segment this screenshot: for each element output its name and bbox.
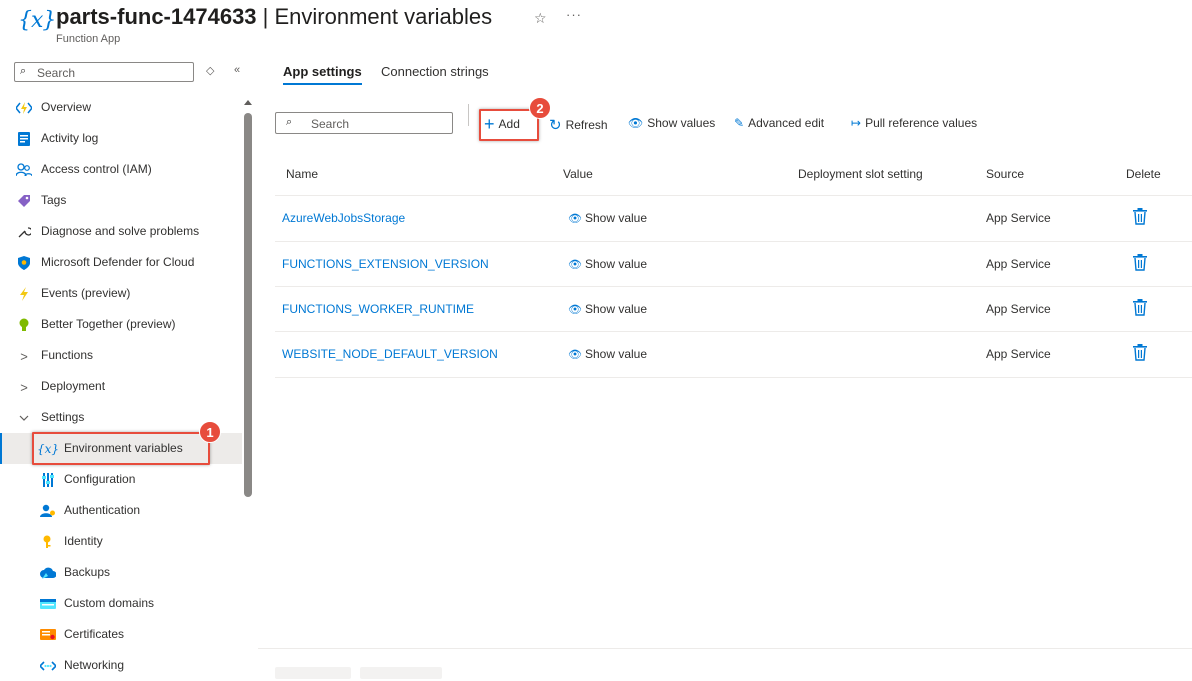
nav-scrollbar[interactable] xyxy=(244,100,252,676)
tag-icon xyxy=(16,193,32,209)
column-header-value[interactable]: Value xyxy=(563,167,593,181)
chevron-down-icon xyxy=(16,410,32,426)
more-options-icon[interactable]: ··· xyxy=(566,7,582,22)
eye-icon: 👁 xyxy=(568,259,582,271)
resource-menu: Overview Activity log Access control (IA… xyxy=(0,92,242,681)
lightning-icon xyxy=(16,286,32,302)
expand-collapse-icon[interactable]: ◇ xyxy=(206,64,214,77)
column-header-deployment-slot[interactable]: Deployment slot setting xyxy=(798,167,923,181)
pencil-icon: ✎ xyxy=(734,116,745,130)
discard-button[interactable] xyxy=(360,667,442,679)
eye-icon: 👁 xyxy=(568,304,582,316)
nav-item-better-together[interactable]: Better Together (preview) xyxy=(0,309,242,340)
delete-trash-icon[interactable] xyxy=(1133,344,1149,362)
callout-badge-1: 1 xyxy=(199,421,221,443)
setting-name-link[interactable]: FUNCTIONS_WORKER_RUNTIME xyxy=(282,302,474,316)
shield-icon xyxy=(16,255,32,271)
nav-group-deployment[interactable]: > Deployment xyxy=(0,371,242,402)
nav-item-certificates[interactable]: Certificates xyxy=(0,619,242,650)
scroll-thumb[interactable] xyxy=(244,113,252,497)
setting-name-link[interactable]: WEBSITE_NODE_DEFAULT_VERSION xyxy=(282,347,498,361)
eye-icon: 👁 xyxy=(568,349,582,361)
wrench-icon xyxy=(16,224,32,240)
refresh-icon: ↻ xyxy=(549,117,562,134)
refresh-button[interactable]: ↻ Refresh xyxy=(549,116,608,134)
show-value-button[interactable]: 👁 Show value xyxy=(568,302,647,316)
setting-name-link[interactable]: AzureWebJobsStorage xyxy=(282,211,405,225)
nav-item-overview[interactable]: Overview xyxy=(0,92,242,123)
chevron-right-icon: > xyxy=(20,379,28,395)
nav-search-input[interactable]: ⌕ Search xyxy=(14,62,194,82)
delete-trash-icon[interactable] xyxy=(1133,299,1149,317)
apply-button[interactable] xyxy=(275,667,351,679)
nav-item-defender[interactable]: Microsoft Defender for Cloud xyxy=(0,247,242,278)
table-row: WEBSITE_NODE_DEFAULT_VERSION 👁 Show value… xyxy=(275,331,1192,378)
show-values-button[interactable]: 👁 Show values xyxy=(628,116,715,130)
page-header: {x} parts-func-1474633 | Environment var… xyxy=(14,2,1184,46)
lightning-code-icon xyxy=(16,100,32,116)
page-title: parts-func-1474633 | Environment variabl… xyxy=(56,4,493,29)
eye-icon: 👁 xyxy=(628,116,644,130)
delete-trash-icon[interactable] xyxy=(1133,208,1149,226)
callout-badge-2: 2 xyxy=(529,97,551,119)
advanced-edit-button[interactable]: ✎ Advanced edit xyxy=(734,116,824,130)
people-icon xyxy=(16,162,32,178)
show-value-button[interactable]: 👁 Show value xyxy=(568,211,647,225)
nav-item-diagnose[interactable]: Diagnose and solve problems xyxy=(0,216,242,247)
chevron-right-icon: > xyxy=(20,348,28,364)
table-row: AzureWebJobsStorage 👁 Show value App Serv… xyxy=(275,195,1192,241)
delete-trash-icon[interactable] xyxy=(1133,254,1149,272)
nav-item-configuration[interactable]: Configuration xyxy=(0,464,242,495)
tab-app-settings[interactable]: App settings xyxy=(283,64,362,85)
setting-name-link[interactable]: FUNCTIONS_EXTENSION_VERSION xyxy=(282,257,489,271)
column-header-source[interactable]: Source xyxy=(986,167,1024,181)
nav-item-networking[interactable]: Networking xyxy=(0,650,242,681)
globe-card-icon xyxy=(40,596,56,612)
nav-item-access-control[interactable]: Access control (IAM) xyxy=(0,154,242,185)
key-icon xyxy=(40,534,56,550)
nav-item-events[interactable]: Events (preview) xyxy=(0,278,242,309)
tab-connection-strings[interactable]: Connection strings xyxy=(381,64,489,85)
sliders-icon xyxy=(40,472,56,488)
nav-item-backups[interactable]: Backups xyxy=(0,557,242,588)
toolbar-divider xyxy=(468,104,469,126)
command-bar: ⌕ Search + Add ↻ Refresh 👁 Show values ✎ Adv… xyxy=(275,104,1175,138)
nav-item-identity[interactable]: Identity xyxy=(0,526,242,557)
nav-item-activity-log[interactable]: Activity log xyxy=(0,123,242,154)
eye-icon: 👁 xyxy=(568,213,582,225)
cloud-backup-icon xyxy=(40,565,56,581)
certificate-icon xyxy=(40,627,56,643)
network-icon xyxy=(40,658,56,674)
table-row: FUNCTIONS_WORKER_RUNTIME 👁 Show value App… xyxy=(275,286,1192,332)
nav-item-tags[interactable]: Tags xyxy=(0,185,242,216)
pull-reference-values-button[interactable]: ↦ Pull reference values xyxy=(851,116,977,130)
callout-highlight-1 xyxy=(32,432,210,465)
nav-item-authentication[interactable]: Authentication xyxy=(0,495,242,526)
search-icon: ⌕ xyxy=(286,116,293,128)
bulb-icon xyxy=(16,317,32,333)
table-row: FUNCTIONS_EXTENSION_VERSION 👁 Show value … xyxy=(275,241,1192,287)
arrow-right-bar-icon: ↦ xyxy=(851,116,862,130)
show-value-button[interactable]: 👁 Show value xyxy=(568,257,647,271)
scroll-up-arrow-icon[interactable] xyxy=(244,100,252,105)
setting-source: App Service xyxy=(986,347,1051,361)
search-input[interactable]: ⌕ Search xyxy=(275,112,453,134)
collapse-menu-icon[interactable]: « xyxy=(234,64,240,76)
footer-divider xyxy=(258,648,1192,649)
column-header-delete: Delete xyxy=(1126,167,1161,181)
page-subtitle: Function App xyxy=(56,33,121,45)
function-variable-icon: {x} xyxy=(18,8,56,33)
favorite-star-icon[interactable]: ☆ xyxy=(534,10,547,27)
setting-source: App Service xyxy=(986,302,1051,316)
user-key-icon xyxy=(40,503,56,519)
nav-item-custom-domains[interactable]: Custom domains xyxy=(0,588,242,619)
show-value-button[interactable]: 👁 Show value xyxy=(568,347,647,361)
search-icon: ⌕ xyxy=(20,65,27,77)
setting-source: App Service xyxy=(986,257,1051,271)
nav-group-functions[interactable]: > Functions xyxy=(0,340,242,371)
column-header-name[interactable]: Name xyxy=(286,167,318,181)
setting-source: App Service xyxy=(986,211,1051,225)
activity-log-icon xyxy=(16,131,32,147)
